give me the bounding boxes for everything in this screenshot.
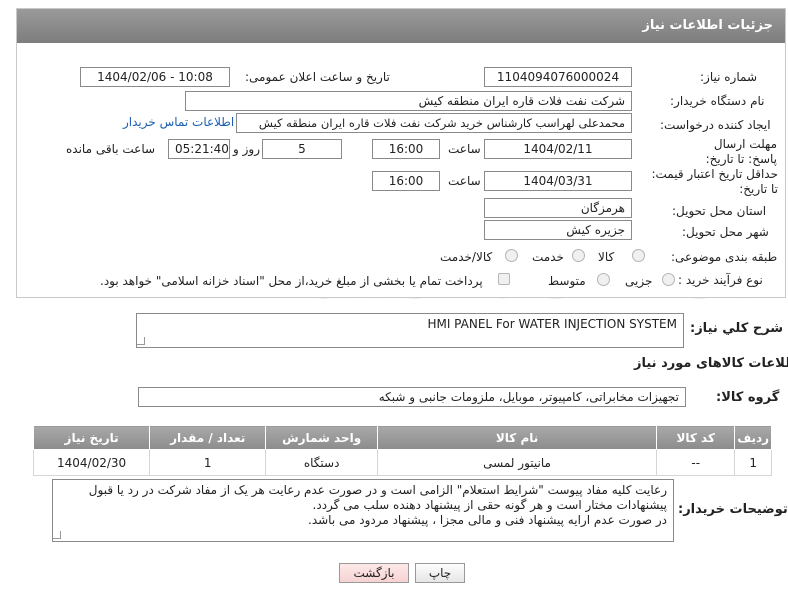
print-button[interactable]: چاپ — [415, 563, 465, 583]
buyer-org-label: نام دستگاه خریدار: — [670, 94, 765, 108]
need-number-field: 1104094076000024 — [484, 67, 632, 87]
goods-section-title: اطلاعات کالاهای مورد نیاز — [634, 356, 788, 371]
goods-table: ردیف کد کالا نام کالا واحد شمارش تعداد /… — [32, 425, 772, 476]
buyer-notes-line-3: در صورت عدم ارایه پیشنهاد فنی و مالی مجز… — [308, 513, 667, 527]
goods-group-field: تجهیزات مخابراتی، کامپیوتر، موبایل، ملزو… — [138, 387, 686, 407]
cell-code: -- — [656, 449, 736, 476]
category-goods-radio[interactable] — [632, 249, 645, 262]
price-date-field: 1404/03/31 — [484, 171, 632, 191]
col-quantity: تعداد / مقدار — [149, 425, 267, 450]
creator-field: محمدعلی لهراسب کارشناس خرید شرکت نفت فلا… — [236, 113, 632, 133]
need-number-label: شماره نیاز: — [700, 70, 757, 84]
buyer-notes-field[interactable]: رعایت کلیه مفاد پیوست "شرایط استعلام" ال… — [52, 479, 674, 542]
announce-label: تاریخ و ساعت اعلان عمومی: — [245, 70, 390, 84]
purchase-type-label: نوع فرآیند خرید : — [678, 273, 763, 287]
reply-time-label: ساعت — [448, 142, 481, 156]
price-time-field: 16:00 — [372, 171, 440, 191]
cell-need-date: 1404/02/30 — [32, 449, 151, 476]
purchase-medium-radio[interactable] — [597, 273, 610, 286]
days-remaining-field: 5 — [262, 139, 342, 159]
remaining-time-label: ساعت باقی مانده — [66, 142, 156, 156]
price-time-label: ساعت — [448, 174, 481, 188]
province-field: هرمزگان — [484, 198, 632, 218]
goods-table-header: ردیف کد کالا نام کالا واحد شمارش تعداد /… — [32, 425, 772, 450]
reply-time-field: 16:00 — [372, 139, 440, 159]
province-label: استان محل تحویل: — [672, 204, 767, 218]
cell-row: 1 — [734, 449, 772, 476]
cell-unit: دستگاه — [265, 449, 378, 476]
purchase-medium-label: متوسط — [548, 274, 586, 288]
category-service-label: خدمت — [532, 250, 564, 264]
announce-field: 1404/02/06 - 10:08 — [80, 67, 230, 87]
panel-title: جزئیات اطلاعات نیاز — [17, 9, 785, 43]
col-name: نام کالا — [376, 425, 658, 450]
buyer-notes-label: توضیحات خریدار: — [678, 502, 788, 517]
category-goods-label: کالا — [598, 250, 615, 264]
city-label: شهر محل تحویل: — [682, 225, 769, 239]
col-unit: واحد شمارش — [265, 425, 378, 450]
treasury-payment-checkbox[interactable] — [498, 273, 510, 285]
buyer-notes-line-2: پیشنهادات مختار است و هر گونه حقی از پیش… — [312, 498, 667, 512]
category-label: طبقه بندی موضوعی: — [671, 250, 778, 264]
remaining-time-field: 05:21:40 — [168, 139, 230, 159]
goods-group-label: گروه کالا: — [716, 390, 780, 405]
purchase-minor-label: جزیی — [625, 274, 653, 288]
creator-label: ایجاد کننده درخواست: — [660, 118, 771, 132]
buyer-org-field: شرکت نفت فلات قاره ایران منطقه کیش — [185, 91, 632, 111]
price-validity-label: حداقل تاریخ اعتبار قیمت: تا تاریخ: — [651, 167, 778, 196]
treasury-payment-note: پرداخت تمام یا بخشی از مبلغ خرید،از محل … — [100, 274, 483, 288]
category-service-radio[interactable] — [572, 249, 585, 262]
col-row: ردیف — [734, 425, 772, 450]
description-label: شرح كلي نياز: — [690, 321, 784, 336]
back-button[interactable]: بازگشت — [339, 563, 409, 583]
category-both-radio[interactable] — [505, 249, 518, 262]
table-row: 1 -- مانیتور لمسی دستگاه 1 1404/02/30 — [32, 449, 772, 476]
city-field: جزیره کیش — [484, 220, 632, 240]
purchase-minor-radio[interactable] — [662, 273, 675, 286]
col-need-date: تاریخ نیاز — [32, 425, 151, 450]
reply-date-field: 1404/02/11 — [484, 139, 632, 159]
category-both-label: کالا/خدمت — [440, 250, 493, 264]
days-label: روز و — [233, 142, 260, 156]
reply-deadline-label: مهلت ارسال پاسخ: تا تاریخ: — [705, 137, 777, 166]
description-resize-handle[interactable] — [137, 337, 145, 345]
description-field[interactable]: HMI PANEL For WATER INJECTION SYSTEM — [136, 313, 684, 348]
cell-quantity: 1 — [149, 449, 267, 476]
buyer-contact-link[interactable]: اطلاعات تماس خریدار — [123, 115, 234, 129]
col-code: کد کالا — [656, 425, 736, 450]
buyer-notes-line-1: رعایت کلیه مفاد پیوست "شرایط استعلام" ال… — [88, 483, 667, 497]
buyer-notes-resize-handle[interactable] — [53, 531, 61, 539]
cell-name: مانیتور لمسی — [376, 449, 658, 476]
description-text: HMI PANEL For WATER INJECTION SYSTEM — [427, 317, 677, 331]
